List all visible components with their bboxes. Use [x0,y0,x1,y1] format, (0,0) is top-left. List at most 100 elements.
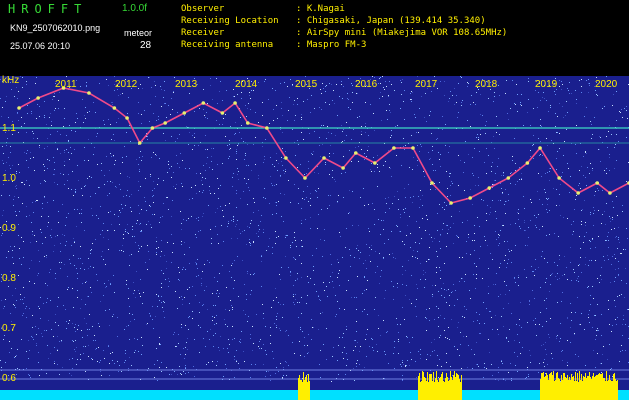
burst-bar [603,378,604,400]
burst-bar [578,382,579,400]
burst-bar [598,374,599,400]
y-tick-label: 1.1 [2,123,16,134]
burst-bar [459,379,460,400]
trace-point [449,201,453,205]
trace-point [487,186,492,190]
burst-bar [611,381,612,400]
x-tick-label: 2019 [535,79,558,90]
burst-bar [610,380,611,400]
burst-bar [305,377,306,400]
burst-bar [440,377,441,400]
info-label-receiver: Receiver [181,28,225,38]
burst-bar [560,382,561,400]
burst-bar [606,371,607,400]
burst-bar [309,381,310,400]
burst-bar [576,381,577,400]
burst-bar [423,372,424,400]
burst-bar [300,380,301,400]
burst-bar [424,377,425,400]
trace-point [150,126,155,130]
burst-bar [457,374,458,400]
burst-bar [565,377,566,400]
burst-bar [308,374,309,400]
trace-point [17,106,21,110]
burst-bar [583,376,584,400]
burst-bar [549,374,550,400]
burst-bar [585,373,586,400]
burst-bar [608,380,609,400]
burst-bar [298,378,299,400]
trace-point [125,116,129,120]
burst-bar [588,376,589,400]
burst-bar [448,381,449,400]
burst-bar [600,374,601,400]
trace-point [430,181,434,185]
burst-bar [460,382,461,400]
trace-point [373,161,377,165]
burst-bar [555,380,556,400]
burst-bar [564,373,565,400]
x-tick-label: 2020 [595,79,618,90]
burst-bar [541,373,542,400]
trace-point [525,161,530,165]
burst-bar [445,378,446,400]
x-tick-label: 2015 [295,79,318,90]
burst-bar [544,377,545,400]
trace-point [341,166,345,170]
y-tick-label: 0.9 [2,223,16,234]
burst-bar [570,380,571,400]
burst-bar [577,373,578,400]
burst-bar [569,377,570,400]
burst-bar [447,377,448,400]
burst-bar [597,375,598,400]
baseline-bar [0,390,629,400]
burst-bar [616,381,617,400]
burst-bar [562,380,563,400]
burst-bar [568,380,569,400]
mode-label: meteor [124,28,153,38]
trace-point [303,176,307,180]
info-value-observer: : K.Nagai [296,4,345,14]
burst-bar [599,373,600,400]
burst-bar [303,372,304,400]
burst-bar [431,374,432,400]
burst-bar [580,380,581,400]
version-label: 1.0.0f [122,3,148,14]
burst-bar [543,372,544,400]
trace-point [284,156,288,160]
trace-point [36,96,40,100]
burst-bar [437,380,438,400]
trace-point [538,146,542,150]
trace-point [245,121,250,125]
burst-bar [614,373,615,400]
burst-bar [546,373,547,400]
info-value-location: : Chigasaki, Japan (139.414 35.340) [296,16,486,26]
burst-bar [456,373,457,400]
x-tick-label: 2017 [415,79,438,90]
burst-bar [458,375,459,400]
trace-point [112,106,117,110]
burst-bar [579,371,580,400]
burst-bar [581,374,582,400]
burst-bar [427,372,428,400]
burst-bar [435,378,436,400]
x-tick-label: 2012 [115,79,138,90]
spectrum-plot [0,76,629,400]
burst-bar [584,377,585,400]
trace-point [353,151,358,155]
burst-bar [425,378,426,400]
burst-bar [307,382,308,400]
burst-bar [442,372,443,400]
burst-bar [601,374,602,400]
burst-bar [439,378,440,400]
trace-point [557,176,561,180]
burst-bar [461,375,462,400]
y-unit-label: kHz [2,75,20,86]
burst-bar [573,376,574,400]
burst-bar [438,382,439,400]
burst-bar [548,380,549,400]
burst-bar [301,380,302,400]
header-panel: HROFFT 1.0.0f KN9_2507062010.png meteor … [0,0,629,76]
burst-bar [559,379,560,400]
burst-bar [454,371,455,400]
